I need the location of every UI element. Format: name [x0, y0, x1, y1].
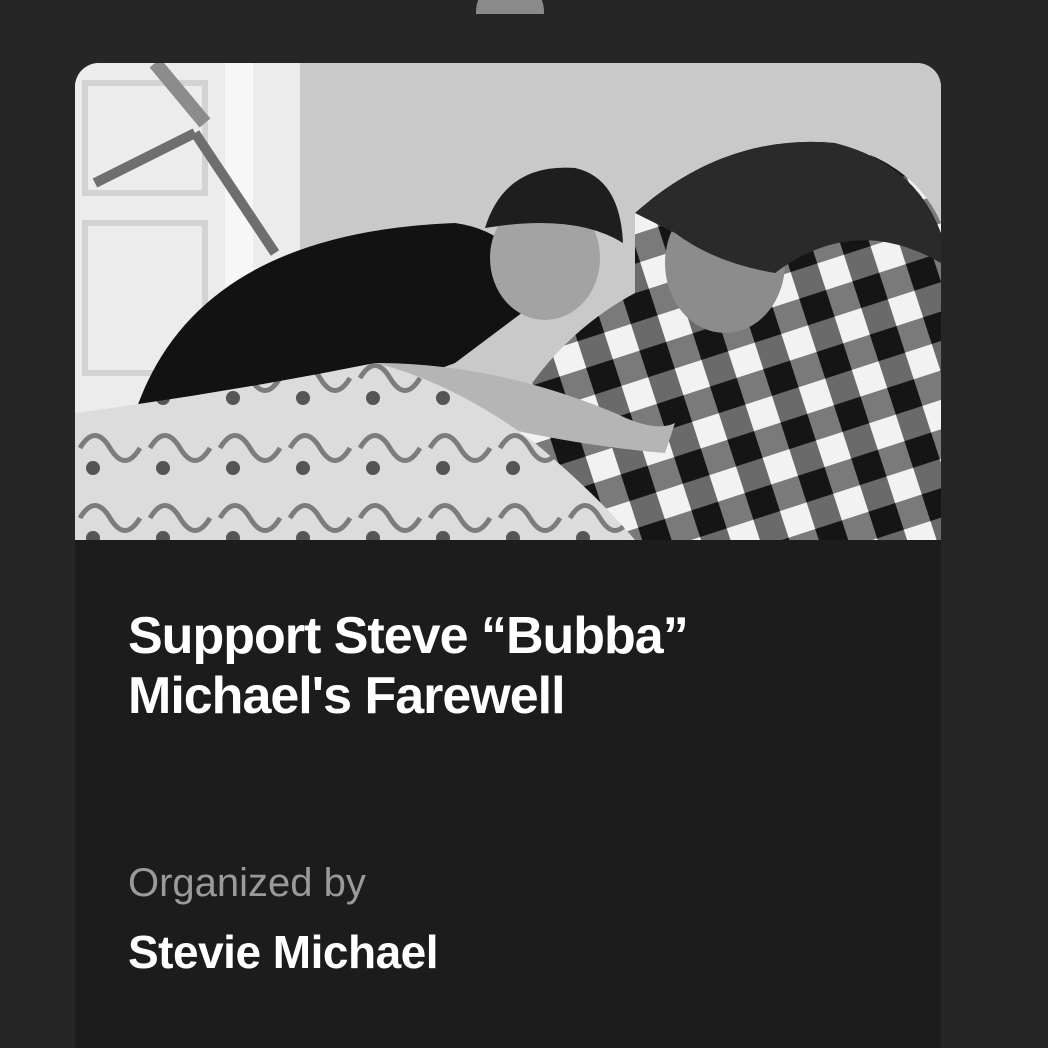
fundraiser-card[interactable]: Support Steve “Bubba” Michael's Farewell… [75, 63, 941, 1048]
organizer-name[interactable]: Stevie Michael [128, 926, 439, 978]
screen: Support Steve “Bubba” Michael's Farewell… [0, 0, 1048, 1048]
sheet-handle[interactable] [476, 0, 544, 14]
campaign-title[interactable]: Support Steve “Bubba” Michael's Farewell [128, 606, 888, 726]
photo-image [75, 63, 941, 540]
campaign-photo[interactable] [75, 63, 941, 540]
organized-by-label: Organized by [128, 861, 366, 905]
